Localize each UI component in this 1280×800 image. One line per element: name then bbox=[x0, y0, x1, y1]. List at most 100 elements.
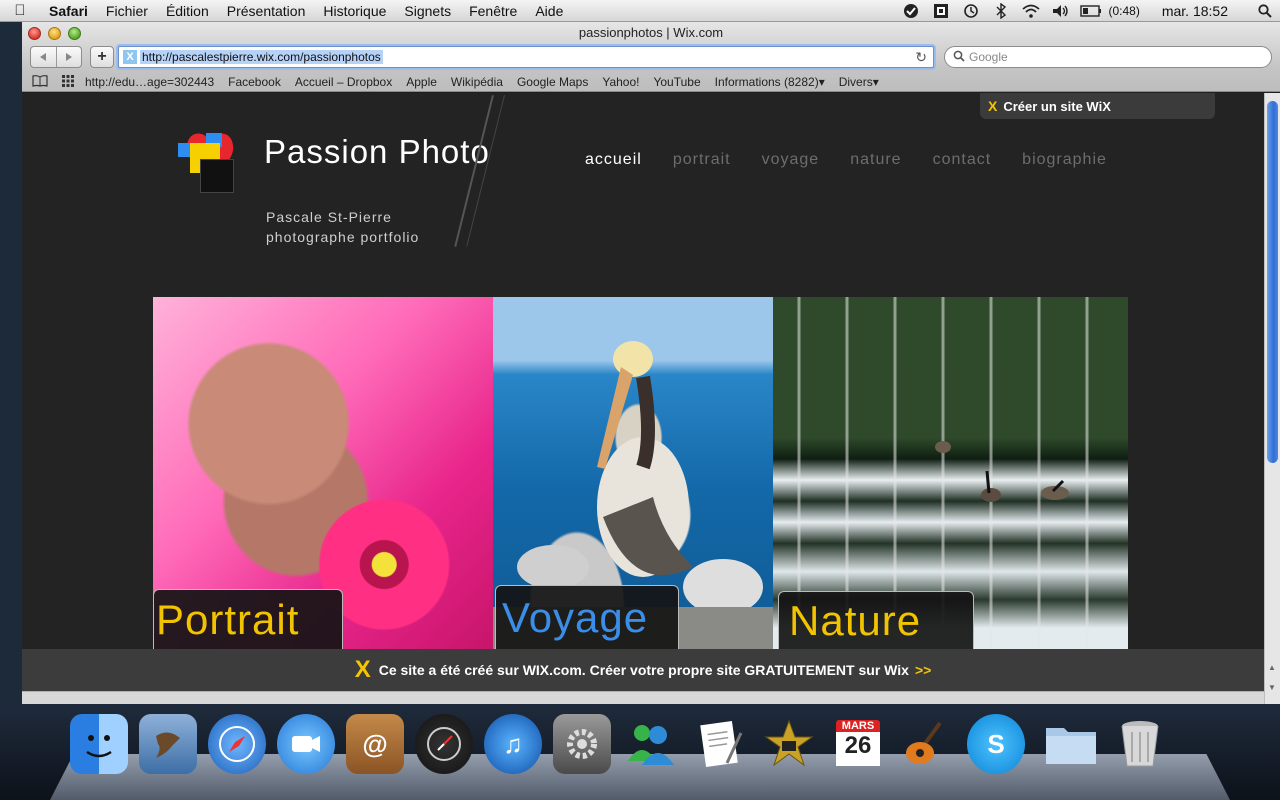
nav-contact[interactable]: contact bbox=[933, 151, 992, 169]
site-logo[interactable] bbox=[178, 129, 240, 193]
menu-aide[interactable]: Aide bbox=[526, 3, 572, 19]
menu-signets[interactable]: Signets bbox=[395, 3, 460, 19]
bookmark-facebook[interactable]: Facebook bbox=[221, 75, 288, 89]
menu-fenetre[interactable]: Fenêtre bbox=[460, 3, 526, 19]
vertical-scrollbar[interactable]: ▲ ▼ bbox=[1264, 93, 1280, 704]
wix-banner-arrows: >> bbox=[914, 662, 932, 678]
portrait-tile-label[interactable]: Portrait bbox=[153, 589, 343, 649]
wix-promo-banner[interactable]: X Ce site a été créé sur WIX.com. Créer … bbox=[22, 649, 1264, 691]
menu-edition[interactable]: Édition bbox=[157, 3, 218, 19]
bluetooth-icon[interactable] bbox=[986, 0, 1016, 22]
system-preferences-icon[interactable] bbox=[553, 714, 611, 774]
voyage-tile-label[interactable]: Voyage bbox=[495, 585, 679, 649]
nav-accueil[interactable]: accueil bbox=[585, 151, 642, 169]
bookmark-apple[interactable]: Apple bbox=[399, 75, 444, 89]
create-site-label: Créer un site WiX bbox=[1003, 98, 1111, 114]
window-toolbar: passionphotos | Wix.com + X http://pasca… bbox=[22, 22, 1280, 92]
dock: @ ♫ MARS 26 S bbox=[0, 704, 1280, 800]
nav-portrait[interactable]: portrait bbox=[673, 151, 731, 169]
imovie-icon[interactable] bbox=[760, 714, 818, 774]
create-wix-site-button[interactable]: X Créer un site WiX bbox=[980, 93, 1215, 119]
back-arrow-icon bbox=[40, 53, 47, 61]
site-subtitle: Pascale St-Pierre photographe portfolio bbox=[266, 207, 419, 247]
spotlight-search-icon[interactable] bbox=[1250, 0, 1280, 22]
search-placeholder: Google bbox=[969, 50, 1008, 64]
bookmark-divers[interactable]: Divers▾ bbox=[832, 75, 886, 89]
reload-icon[interactable]: ↻ bbox=[915, 49, 927, 66]
tray-status-icon[interactable] bbox=[896, 0, 926, 22]
menu-presentation[interactable]: Présentation bbox=[218, 3, 315, 19]
bookmark-google-maps[interactable]: Google Maps bbox=[510, 75, 595, 89]
menu-app-safari[interactable]: Safari bbox=[40, 3, 97, 19]
nature-tile[interactable]: Nature bbox=[773, 297, 1128, 649]
nav-nature[interactable]: nature bbox=[850, 151, 901, 169]
scroll-up-arrow-icon[interactable]: ▲ bbox=[1268, 663, 1276, 672]
time-machine-icon[interactable] bbox=[956, 0, 986, 22]
gallery-tiles: Portrait Voyage Nature bbox=[153, 297, 1128, 649]
wix-favicon-icon: X bbox=[123, 50, 137, 64]
add-bookmark-button[interactable]: + bbox=[90, 46, 114, 68]
search-field[interactable]: Google bbox=[944, 46, 1272, 68]
bookmark-informations[interactable]: Informations (8282)▾ bbox=[708, 75, 832, 89]
subtitle-role: photographe portfolio bbox=[266, 229, 420, 245]
dock-icons: @ ♫ MARS 26 S bbox=[70, 714, 1180, 774]
documents-folder-icon[interactable] bbox=[1042, 714, 1100, 774]
bookmark-edu[interactable]: http://edu…age=302443 bbox=[78, 75, 221, 89]
wix-logo-icon: X bbox=[988, 98, 998, 114]
bookmark-dropbox[interactable]: Accueil – Dropbox bbox=[288, 75, 399, 89]
menu-historique[interactable]: Historique bbox=[314, 3, 395, 19]
scrollbar-thumb[interactable] bbox=[1267, 101, 1278, 463]
calendar-day: 26 bbox=[836, 732, 880, 766]
address-book-icon[interactable]: @ bbox=[346, 714, 404, 774]
history-nav bbox=[30, 46, 82, 68]
trash-icon[interactable] bbox=[1111, 714, 1169, 774]
scroll-down-arrow-icon[interactable]: ▼ bbox=[1268, 683, 1276, 692]
garageband-icon[interactable] bbox=[898, 714, 956, 774]
skype-icon[interactable]: S bbox=[967, 714, 1025, 774]
web-page: X Créer un site WiX Passion Photo Pascal… bbox=[22, 93, 1264, 704]
volume-icon[interactable] bbox=[1046, 0, 1076, 22]
tray-app-icon[interactable] bbox=[926, 0, 956, 22]
horizontal-scrollbar[interactable] bbox=[22, 691, 1264, 704]
url-text[interactable]: http://pascalestpierre.wix.com/passionph… bbox=[140, 50, 383, 64]
subtitle-name: Pascale St-Pierre bbox=[266, 209, 392, 225]
nav-voyage[interactable]: voyage bbox=[762, 151, 820, 169]
back-button[interactable] bbox=[31, 47, 56, 67]
logo-dark-square bbox=[200, 159, 234, 193]
messenger-icon[interactable] bbox=[622, 714, 680, 774]
nav-biographie[interactable]: biographie bbox=[1022, 151, 1107, 169]
window-title: passionphotos | Wix.com bbox=[578, 25, 724, 40]
menu-bar:  Safari Fichier Édition Présentation Hi… bbox=[0, 0, 1280, 22]
portrait-tile[interactable]: Portrait bbox=[153, 297, 493, 649]
menu-fichier[interactable]: Fichier bbox=[97, 3, 157, 19]
dashboard-icon[interactable] bbox=[415, 714, 473, 774]
top-sites-grid-icon[interactable] bbox=[58, 74, 78, 90]
itunes-icon[interactable]: ♫ bbox=[484, 714, 542, 774]
site-nav: accueil portrait voyage nature contact b… bbox=[585, 151, 1138, 169]
safari-window: passionphotos | Wix.com + X http://pasca… bbox=[22, 22, 1280, 704]
menubar-clock[interactable]: mar. 18:52 bbox=[1148, 3, 1250, 19]
site-title[interactable]: Passion Photo bbox=[264, 133, 490, 171]
safari-icon[interactable] bbox=[208, 714, 266, 774]
wix-banner-logo-icon: X bbox=[354, 656, 371, 683]
textedit-icon[interactable] bbox=[691, 714, 749, 774]
search-icon bbox=[953, 50, 965, 65]
ichat-icon[interactable] bbox=[277, 714, 335, 774]
bookmark-wikipedia[interactable]: Wikipédia bbox=[444, 75, 510, 89]
nature-tile-label[interactable]: Nature bbox=[778, 591, 974, 649]
forward-arrow-icon bbox=[65, 53, 72, 61]
wix-banner-text: Ce site a été créé sur WIX.com. Créer vo… bbox=[378, 662, 909, 678]
ical-icon[interactable]: MARS 26 bbox=[829, 714, 887, 774]
bookmark-youtube[interactable]: YouTube bbox=[646, 75, 707, 89]
wifi-icon[interactable] bbox=[1016, 0, 1046, 22]
bookmark-yahoo[interactable]: Yahoo! bbox=[595, 75, 646, 89]
forward-button[interactable] bbox=[55, 47, 82, 67]
bookmarks-bar: http://edu…age=302443 Facebook Accueil –… bbox=[22, 72, 1280, 92]
address-bar[interactable]: X http://pascalestpierre.wix.com/passion… bbox=[118, 46, 934, 68]
battery-icon[interactable] bbox=[1076, 0, 1106, 22]
reading-list-icon[interactable] bbox=[30, 74, 50, 90]
finder-icon[interactable] bbox=[70, 714, 128, 774]
apple-menu-icon[interactable]:  bbox=[0, 2, 40, 19]
mail-icon[interactable] bbox=[139, 714, 197, 774]
voyage-tile[interactable]: Voyage bbox=[493, 297, 773, 649]
